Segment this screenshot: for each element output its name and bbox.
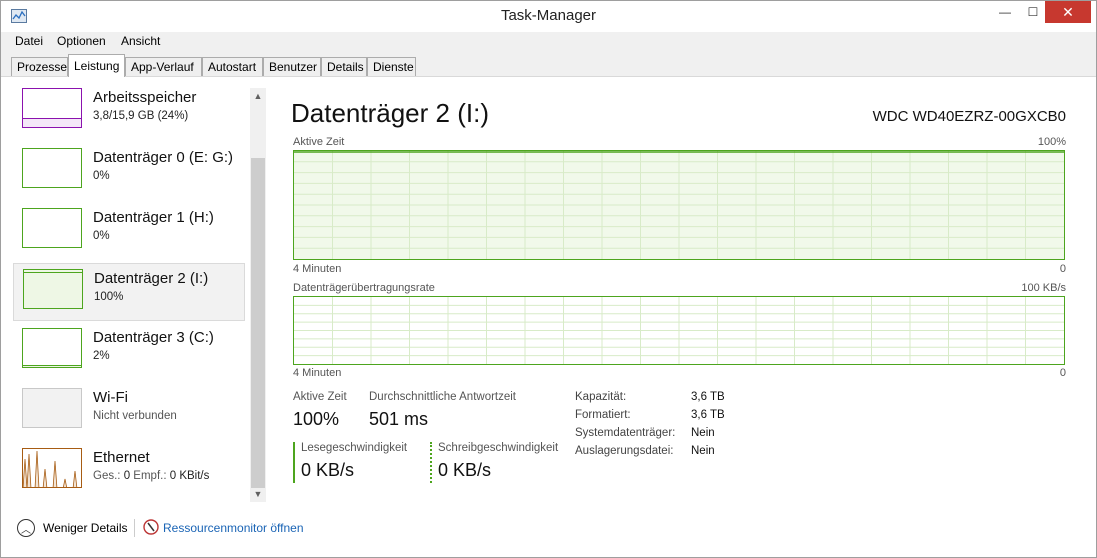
sidebar-item-value: 2%: [93, 350, 110, 362]
prop-key-auslagerungsdatei: Auslagerungsdatei:: [575, 445, 674, 457]
prop-val-auslagerungsdatei: Nein: [691, 445, 715, 457]
sidebar-scrollbar[interactable]: ▲ ▼: [250, 88, 266, 502]
transfer-rate-graph-plot: [294, 297, 1064, 364]
disk-thumbnail: [22, 328, 82, 368]
tab-details[interactable]: Details: [321, 57, 367, 76]
write-speed-marker: [430, 442, 432, 483]
task-manager-window: Task-Manager — ☐ ✕ Datei Optionen Ansich…: [0, 0, 1097, 558]
sidebar-item-ethernet[interactable]: Ethernet Ges.: 0 Empf.: 0 KBit/s: [13, 443, 245, 501]
prop-key-kapazitaet: Kapazität:: [575, 391, 627, 403]
sidebar-item-label: Datenträger 3 (C:): [93, 329, 214, 346]
prop-key-formatiert: Formatiert:: [575, 409, 631, 421]
menu-bar: Datei Optionen Ansicht: [1, 32, 1096, 52]
menu-ansicht[interactable]: Ansicht: [121, 34, 160, 48]
prop-val-kapazitaet: 3,6 TB: [691, 391, 725, 403]
sidebar-item-label: Datenträger 0 (E: G:): [93, 149, 234, 166]
footer-bar: ︿ Weniger Details Ressourcenmonitor öffn…: [1, 509, 1096, 557]
sidebar-item-datentraeger-3[interactable]: Datenträger 3 (C:) 2%: [13, 323, 245, 381]
sidebar-item-value: Nicht verbunden: [93, 410, 177, 422]
sidebar-item-label: Ethernet: [93, 449, 150, 466]
response-time-label: Durchschnittliche Antwortzeit: [369, 391, 517, 403]
chevron-up-icon[interactable]: ︿: [17, 519, 35, 537]
wifi-thumbnail: [22, 388, 82, 428]
active-time-graph: [293, 150, 1065, 260]
sidebar-item-value: 0%: [93, 230, 110, 242]
tab-dienste[interactable]: Dienste: [367, 57, 416, 76]
write-speed-value: 0 KB/s: [438, 460, 492, 480]
scroll-down-icon[interactable]: ▼: [250, 486, 266, 502]
send-value: 0: [123, 470, 131, 482]
transfer-rate-graph: [293, 296, 1065, 365]
response-time-value: 501 ms: [369, 409, 429, 429]
graph2-time: 4 Minuten: [293, 367, 342, 379]
graph1-min: 0: [1059, 263, 1066, 275]
tab-prozesse[interactable]: Prozesse: [11, 57, 68, 76]
close-button[interactable]: ✕: [1045, 1, 1091, 23]
prop-key-systemdatentraeger: Systemdatenträger:: [575, 427, 676, 439]
fewer-details-button[interactable]: Weniger Details: [43, 521, 127, 535]
read-speed-label: Lesegeschwindigkeit: [301, 442, 408, 454]
open-resource-monitor-link[interactable]: Ressourcenmonitor öffnen: [163, 521, 304, 535]
graph2-max: 100 KB/s: [1021, 282, 1066, 294]
tab-app-verlauf[interactable]: App-Verlauf: [125, 57, 202, 76]
sidebar-item-label: Wi-Fi: [93, 389, 128, 406]
sidebar-item-value: 3,8/15,9 GB (24%): [93, 110, 189, 122]
tab-benutzer[interactable]: Benutzer: [263, 57, 321, 76]
page-title: Datenträger 2 (I:): [291, 98, 489, 128]
write-speed-label: Schreibgeschwindigkeit: [438, 442, 559, 454]
sidebar-item-label: Datenträger 2 (I:): [94, 270, 209, 287]
graph1-max: 100%: [1037, 136, 1066, 148]
recv-value: 0 KBit/s: [169, 470, 210, 482]
ethernet-thumbnail: [22, 448, 82, 488]
disk-model: WDC WD40EZRZ-00GXCB0: [872, 108, 1066, 125]
sidebar-item-value: 0%: [93, 170, 110, 182]
minimize-button[interactable]: —: [990, 1, 1020, 23]
disk-thumbnail: [22, 208, 82, 248]
graph1-label: Aktive Zeit: [293, 136, 345, 148]
sidebar-item-label: Datenträger 1 (H:): [93, 209, 214, 226]
menu-optionen[interactable]: Optionen: [57, 34, 106, 48]
sidebar-item-wifi[interactable]: Wi-Fi Nicht verbunden: [13, 383, 245, 441]
graph2-label: Datenträgerübertragungsrate: [293, 282, 435, 294]
resource-sidebar: Arbeitsspeicher 3,8/15,9 GB (24%) Datent…: [1, 78, 268, 508]
read-speed-value: 0 KB/s: [301, 460, 355, 480]
ethernet-activity-sparkline: [23, 450, 78, 487]
send-label: Ges.:: [93, 470, 121, 482]
menu-datei[interactable]: Datei: [15, 34, 43, 48]
read-speed-marker: [293, 442, 295, 483]
sidebar-item-value: 100%: [94, 291, 124, 303]
active-time-graph-plot: [294, 151, 1064, 259]
tab-bar: Prozesse Leistung App-Verlauf Autostart …: [1, 52, 1096, 77]
active-time-label: Aktive Zeit: [293, 391, 347, 403]
prop-val-systemdatentraeger: Nein: [691, 427, 715, 439]
resource-monitor-icon: [143, 519, 159, 535]
graph2-min: 0: [1059, 367, 1066, 379]
sidebar-item-datentraeger-2[interactable]: Datenträger 2 (I:) 100%: [13, 263, 245, 321]
footer-divider: [134, 519, 135, 537]
sidebar-item-arbeitsspeicher[interactable]: Arbeitsspeicher 3,8/15,9 GB (24%): [13, 83, 245, 141]
sidebar-item-datentraeger-0[interactable]: Datenträger 0 (E: G:) 0%: [13, 143, 245, 201]
sidebar-item-label: Arbeitsspeicher: [93, 89, 197, 106]
tab-leistung[interactable]: Leistung: [68, 54, 125, 77]
recv-label: Empf.:: [133, 470, 167, 482]
prop-val-formatiert: 3,6 TB: [691, 409, 725, 421]
disk-thumbnail: [23, 269, 83, 309]
scrollbar-thumb[interactable]: [251, 158, 265, 488]
disk-thumbnail: [22, 148, 82, 188]
disk-detail-panel: Datenträger 2 (I:) WDC WD40EZRZ-00GXCB0 …: [269, 78, 1096, 508]
scroll-up-icon[interactable]: ▲: [250, 88, 266, 104]
maximize-button[interactable]: ☐: [1018, 1, 1048, 23]
graph1-time: 4 Minuten: [293, 263, 342, 275]
tab-autostart[interactable]: Autostart: [202, 57, 263, 76]
sidebar-item-value: Ges.: 0 Empf.: 0 KBit/s: [93, 470, 209, 482]
memory-thumbnail: [22, 88, 82, 128]
sidebar-item-datentraeger-1[interactable]: Datenträger 1 (H:) 0%: [13, 203, 245, 261]
title-bar: Task-Manager — ☐ ✕: [1, 1, 1096, 31]
active-time-value: 100%: [293, 409, 340, 429]
window-title: Task-Manager: [500, 7, 597, 24]
